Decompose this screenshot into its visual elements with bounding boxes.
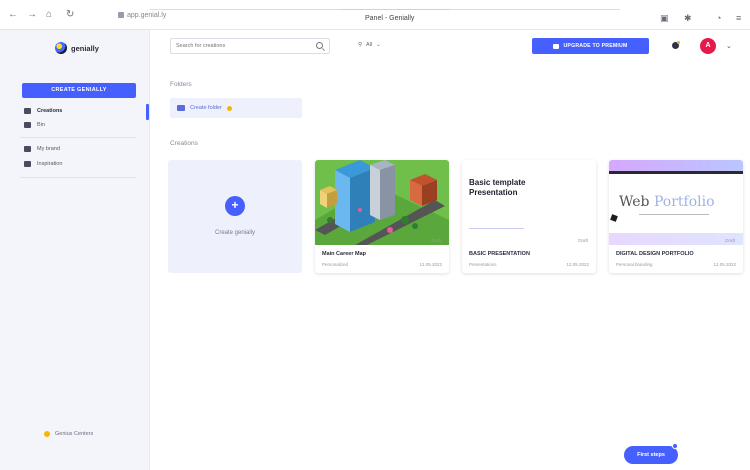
chevron-down-icon: ⌄ (376, 42, 381, 48)
card-subtitle: Presentations (469, 262, 497, 267)
bulb-icon (44, 431, 50, 437)
create-folder-button[interactable]: Create folder (170, 98, 302, 118)
presentation-thumbnail: Basic template Presentation (462, 160, 596, 245)
trash-icon (24, 122, 31, 128)
home-icon[interactable]: ⌂ (46, 10, 52, 20)
crown-icon (553, 43, 560, 49)
creation-card[interactable]: Web Portfolio Draft DIGITAL DESIGN PORTF… (609, 160, 743, 273)
thumbnail-heading-accent: Portfolio (653, 194, 715, 210)
tab-title[interactable]: Panel - Genially (365, 15, 414, 22)
url-text: app.genial.ly (127, 12, 167, 19)
star-icon[interactable]: ✱ (684, 13, 692, 24)
filter-icon: ⚲ (358, 42, 363, 48)
sidebar-item-label: Inspiration (37, 161, 63, 167)
card-subtitle: Personalized (322, 262, 349, 267)
inspiration-icon (24, 161, 31, 167)
logo[interactable]: genially (55, 42, 99, 54)
creation-card[interactable]: Basic template Presentation Draft BASIC … (462, 160, 596, 273)
card-title: DIGITAL DESIGN PORTFOLIO (616, 251, 694, 257)
lock-icon (118, 12, 124, 19)
address-bar[interactable]: app.genial.ly (118, 12, 166, 19)
notification-badge (672, 443, 678, 449)
creation-card[interactable]: Draft Main Career Map Personalized 12.05… (315, 160, 449, 273)
card-title: BASIC PRESENTATION (469, 251, 530, 257)
grid-icon (24, 108, 31, 114)
avatar[interactable]: A (700, 38, 716, 54)
sidebar-item-label: Creations (37, 108, 63, 114)
browser-toolbar: ← → ⌂ ↻ app.genial.ly Panel - Genially ▣… (0, 0, 750, 30)
sidebar-item-creations[interactable]: Creations (24, 108, 62, 114)
career-map-thumbnail (315, 160, 449, 245)
logo-text: genially (71, 43, 99, 53)
create-genially-button[interactable]: CREATE GENIALLY (22, 83, 136, 98)
create-genially-card[interactable]: + Create genially (168, 160, 302, 273)
decorative-shape (610, 214, 618, 222)
folder-icon (177, 105, 185, 111)
status-badge: Draft (578, 238, 588, 243)
sidebar-item-my-brand[interactable]: My brand (24, 146, 60, 152)
forward-icon[interactable]: → (27, 10, 37, 20)
genius-centers-link[interactable]: Genius Centers (44, 431, 93, 437)
folders-title: Folders (170, 81, 192, 88)
back-icon[interactable]: ← (8, 10, 18, 20)
creations-title: Creations (170, 140, 198, 147)
portfolio-thumbnail: Web Portfolio (609, 160, 743, 245)
card-title: Main Career Map (322, 251, 367, 257)
filter-dropdown[interactable]: ⚲ All ⌄ (358, 42, 381, 48)
genially-logo-icon (55, 42, 67, 54)
menu-icon[interactable]: ≡ (736, 13, 741, 23)
plus-icon: + (225, 196, 245, 216)
create-folder-label: Create folder (190, 105, 222, 111)
thumbnail-heading: Web Portfolio (619, 194, 715, 210)
genius-centers-label: Genius Centers (55, 431, 94, 437)
first-steps-button[interactable]: First steps (624, 446, 678, 464)
sidebar-item-label: My brand (37, 146, 60, 152)
sidebar-item-inspiration[interactable]: Inspiration (24, 161, 62, 167)
chevron-down-icon[interactable]: ⌄ (726, 42, 732, 50)
thumbnail-line (469, 228, 524, 229)
card-date: 12.05.2022 (713, 262, 736, 267)
active-indicator (146, 104, 149, 120)
card-date: 12.05.2022 (566, 262, 589, 267)
thumbnail-heading: Basic template Presentation (469, 178, 526, 197)
sidebar-item-bin[interactable]: Bin (24, 122, 45, 128)
sidebar: genially CREATE GENIALLY Creations Bin M… (0, 30, 150, 470)
thumbnail-heading-part: Web (619, 194, 654, 210)
status-badge: Draft (725, 238, 735, 243)
reload-icon[interactable]: ↻ (66, 10, 74, 20)
status-badge: Draft (431, 238, 441, 243)
thumbnail-banner (609, 160, 743, 174)
premium-star-icon (226, 105, 232, 111)
thumbnail-footer (609, 233, 743, 245)
search-icon[interactable] (316, 42, 323, 49)
sidebar-item-label: Bin (37, 122, 45, 128)
notification-icon[interactable] (672, 41, 680, 49)
sync-icon[interactable]: ◔ (716, 13, 721, 23)
brand-icon (24, 146, 31, 152)
sidebar-divider (20, 177, 136, 178)
create-genially-label: Create genially (214, 230, 256, 236)
extensions-icon[interactable]: ▣ (660, 13, 669, 24)
card-subtitle: Personal branding (616, 262, 653, 267)
sidebar-divider (20, 137, 136, 138)
card-date: 12.05.2022 (419, 262, 442, 267)
upgrade-premium-button[interactable]: UPGRADE TO PREMIUM (532, 38, 649, 54)
filter-label: All (366, 42, 373, 48)
upgrade-label: UPGRADE TO PREMIUM (563, 43, 628, 49)
thumbnail-line (639, 214, 709, 215)
search-input[interactable] (170, 38, 330, 54)
